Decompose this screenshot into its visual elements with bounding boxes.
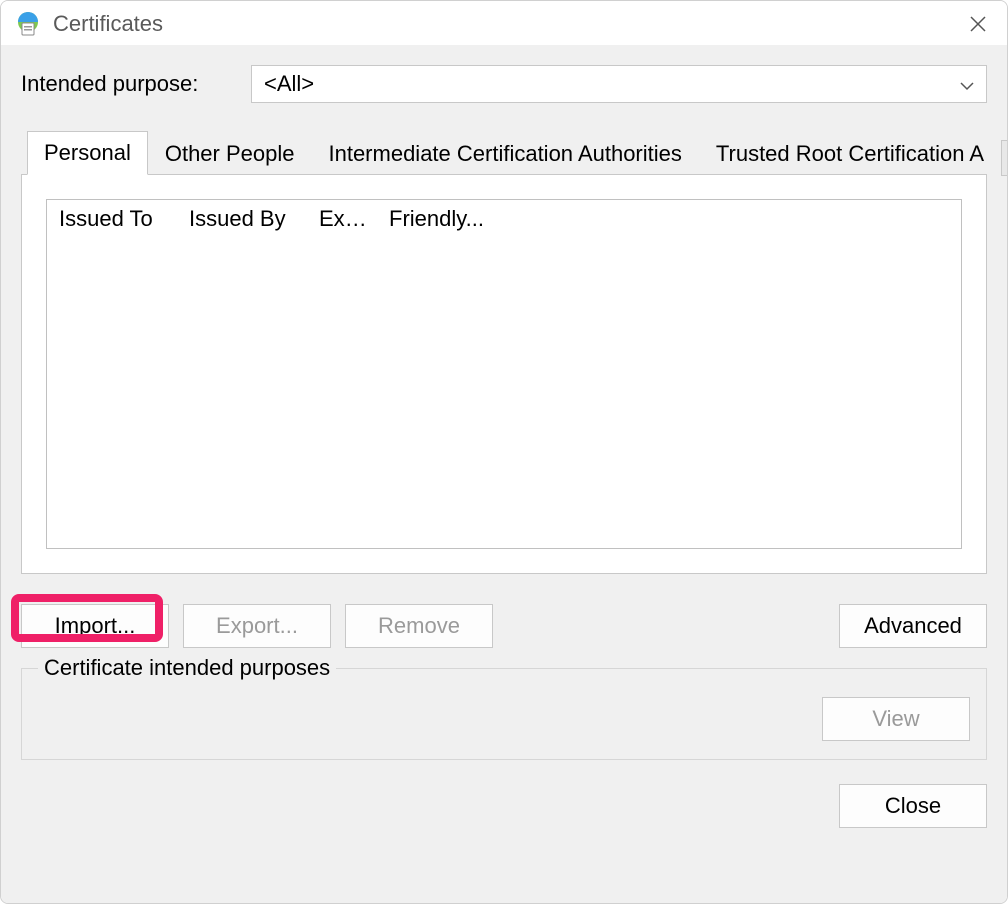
purpose-label: Intended purpose: (21, 71, 251, 97)
tabs-row: Personal Other People Intermediate Certi… (27, 131, 987, 175)
col-friendly-name[interactable]: Friendly... (383, 204, 493, 234)
tab-other-people[interactable]: Other People (148, 132, 312, 175)
col-expiration[interactable]: Expi... (313, 204, 383, 234)
certificates-dialog: Certificates Intended purpose: <All> Per… (0, 0, 1008, 904)
purposes-groupbox: Certificate intended purposes View (21, 668, 987, 760)
list-header: Issued To Issued By Expi... Friendly... (47, 200, 961, 238)
tab-intermediate-ca[interactable]: Intermediate Certification Authorities (311, 132, 698, 175)
purpose-value: <All> (264, 71, 314, 97)
tab-scroll-left[interactable] (1001, 140, 1008, 176)
window-title: Certificates (53, 11, 963, 37)
tab-panel: Issued To Issued By Expi... Friendly... (21, 174, 987, 574)
close-icon[interactable] (963, 9, 993, 39)
col-issued-to[interactable]: Issued To (53, 204, 183, 234)
chevron-down-icon (960, 71, 974, 97)
import-button[interactable]: Import... (21, 604, 169, 648)
export-button[interactable]: Export... (183, 604, 331, 648)
col-issued-by[interactable]: Issued By (183, 204, 313, 234)
view-button[interactable]: View (822, 697, 970, 741)
titlebar: Certificates (1, 1, 1007, 45)
tab-scroll (1001, 140, 1008, 176)
remove-button[interactable]: Remove (345, 604, 493, 648)
tab-trusted-root-ca[interactable]: Trusted Root Certification A (699, 132, 1001, 175)
groupbox-label: Certificate intended purposes (38, 655, 336, 681)
advanced-button[interactable]: Advanced (839, 604, 987, 648)
close-button[interactable]: Close (839, 784, 987, 828)
purpose-row: Intended purpose: <All> (21, 65, 987, 103)
bottom-row: Close (21, 784, 987, 828)
tab-personal[interactable]: Personal (27, 131, 148, 175)
certificate-list[interactable]: Issued To Issued By Expi... Friendly... (46, 199, 962, 549)
dialog-content: Intended purpose: <All> Personal Other P… (1, 45, 1007, 903)
certificates-icon (15, 11, 41, 37)
purpose-select[interactable]: <All> (251, 65, 987, 103)
button-row: Import... Export... Remove Advanced (21, 604, 987, 648)
